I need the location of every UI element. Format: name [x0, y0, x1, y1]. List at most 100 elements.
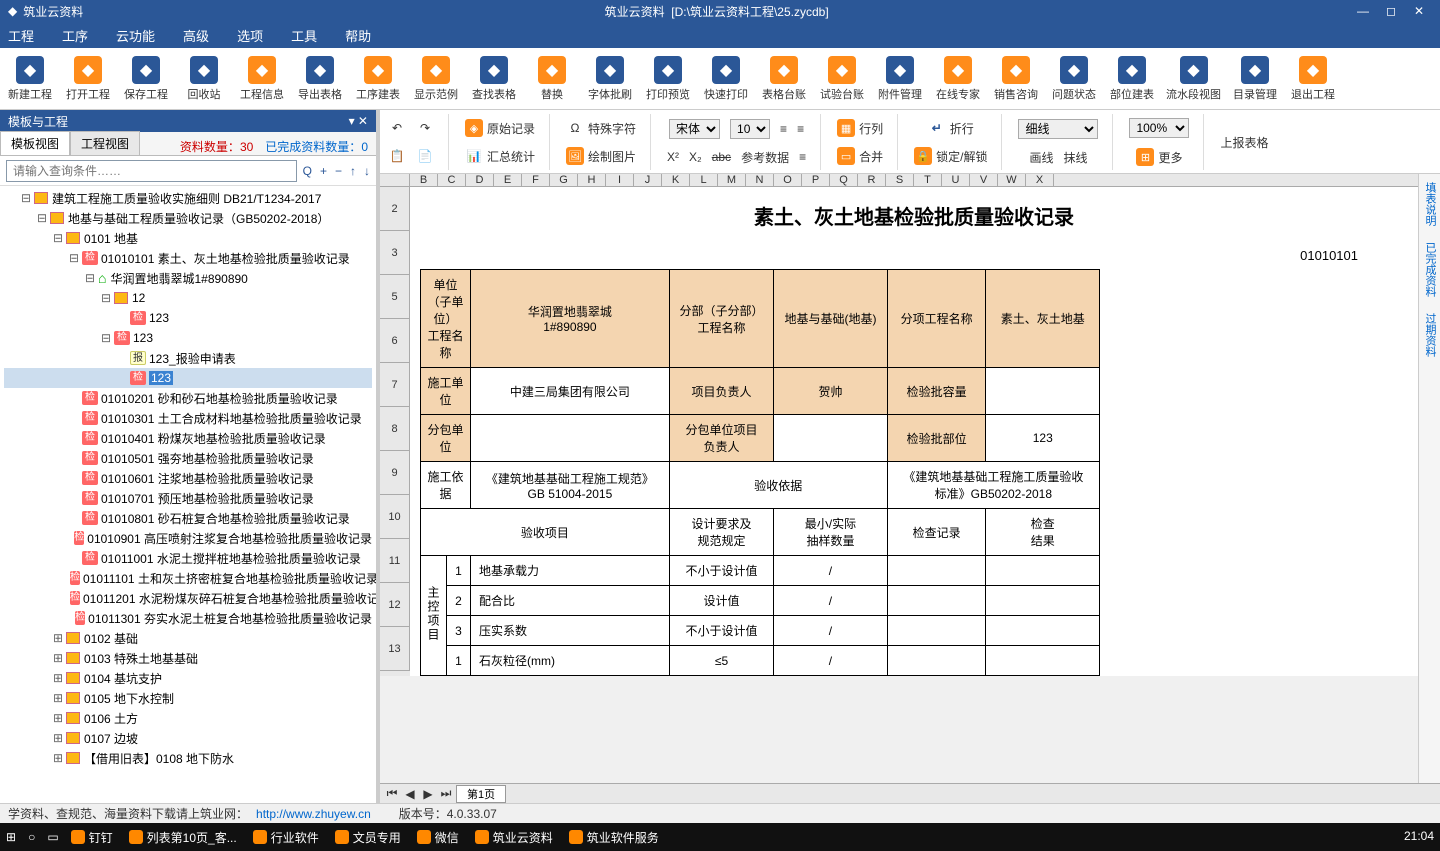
tree-item[interactable]: 检01010801 砂石桩复合地基检验批质量验收记录	[4, 508, 372, 528]
toolbar-工程信息[interactable]: ◆工程信息	[238, 56, 286, 102]
font-select[interactable]: 宋体	[669, 119, 720, 139]
menu-advanced[interactable]: 高级	[183, 26, 209, 45]
menu-project[interactable]: 工程	[8, 26, 34, 45]
tree-leaf-123b[interactable]: ⊟检123	[4, 328, 372, 348]
tree-leaf-123a[interactable]: 检123	[4, 308, 372, 328]
tree-item[interactable]: 检01010601 注浆地基检验批质量验收记录	[4, 468, 372, 488]
toolbar-附件管理[interactable]: ◆附件管理	[876, 56, 924, 102]
tree-folder[interactable]: ⊞0106 土方	[4, 708, 372, 728]
tree-leaf-12[interactable]: ⊟12	[4, 288, 372, 308]
lock-button[interactable]: 🔒锁定/解锁	[914, 147, 987, 165]
tree-item[interactable]: 检01011101 土和灰土挤密桩复合地基检验批质量验收记录	[4, 568, 372, 588]
toolbar-在线专家[interactable]: ◆在线专家	[934, 56, 982, 102]
stats-button[interactable]: 📊汇总统计	[465, 147, 535, 165]
rside-expired[interactable]: 过期资料	[1419, 305, 1440, 365]
ref-data-button[interactable]: 参考数据	[741, 149, 789, 166]
sheet-tab-1[interactable]: 第1页	[456, 785, 506, 803]
taskview-icon[interactable]: ▭	[47, 830, 58, 844]
taskbar-item[interactable]: 列表第10页_客...	[129, 829, 237, 846]
toolbar-导出表格[interactable]: ◆导出表格	[296, 56, 344, 102]
toolbar-打开工程[interactable]: ◆打开工程	[64, 56, 112, 102]
zoom-select[interactable]: 100%	[1129, 118, 1189, 138]
toolbar-问题状态[interactable]: ◆问题状态	[1050, 56, 1098, 102]
toolbar-流水段视图[interactable]: ◆流水段视图	[1166, 56, 1221, 102]
redo-button[interactable]: ↷	[416, 119, 434, 137]
tree-item[interactable]: 检01011201 水泥粉煤灰碎石桩复合地基检验批质量验收记录	[4, 588, 372, 608]
tree-item[interactable]: 检01010501 强夯地基检验批质量验收记录	[4, 448, 372, 468]
tree-folder[interactable]: ⊞0105 地下水控制	[4, 688, 372, 708]
tree-project[interactable]: ⊟⌂华润置地翡翠城1#890890	[4, 268, 372, 288]
menu-process[interactable]: 工序	[62, 26, 88, 45]
down-icon[interactable]: ↓	[364, 164, 370, 178]
tree-01010101[interactable]: ⊟检01010101 素土、灰土地基检验批质量验收记录	[4, 248, 372, 268]
toolbar-字体批刷[interactable]: ◆字体批刷	[586, 56, 634, 102]
sheet-prev[interactable]: ◀	[402, 787, 418, 801]
menu-options[interactable]: 选项	[237, 26, 263, 45]
tree-folder[interactable]: ⊞0102 基础	[4, 628, 372, 648]
align-center-icon[interactable]: ≡	[797, 122, 804, 136]
drawline-button[interactable]: 画线	[1029, 149, 1053, 166]
tree-item[interactable]: 检01010701 预压地基检验批质量验收记录	[4, 488, 372, 508]
tree-folder[interactable]: ⊞0107 边坡	[4, 728, 372, 748]
taskbar-item[interactable]: 行业软件	[253, 829, 319, 846]
menu-tools[interactable]: 工具	[291, 26, 317, 45]
tree-sub[interactable]: ⊟地基与基础工程质量验收记录（GB50202-2018）	[4, 208, 372, 228]
tree-folder[interactable]: ⊞0103 特殊土地基基础	[4, 648, 372, 668]
tab-project-view[interactable]: 工程视图	[70, 131, 140, 155]
wrap-button[interactable]: ↵折行	[928, 119, 974, 137]
left-pane-menu-icon[interactable]: ▾ ✕	[349, 114, 368, 128]
menu-cloud[interactable]: 云功能	[116, 26, 155, 45]
valign-icon[interactable]: ≡	[799, 150, 806, 164]
close-button[interactable]: ✕	[1406, 2, 1432, 20]
toolbar-退出工程[interactable]: ◆退出工程	[1289, 56, 1337, 102]
status-link[interactable]: http://www.zhuyew.cn	[256, 807, 371, 821]
search-taskbar-icon[interactable]: ○	[28, 830, 35, 844]
size-select[interactable]: 10	[730, 119, 770, 139]
special-char-button[interactable]: Ω特殊字符	[566, 119, 636, 137]
sheet-next[interactable]: ▶	[420, 787, 436, 801]
draw-pic-button[interactable]: 🖼绘制图片	[566, 147, 636, 165]
toolbar-新建工程[interactable]: ◆新建工程	[6, 56, 54, 102]
toolbar-销售咨询[interactable]: ◆销售咨询	[992, 56, 1040, 102]
taskbar-item[interactable]: 筑业软件服务	[569, 829, 659, 846]
sheet-last[interactable]: ⏭	[438, 786, 454, 801]
tree-item[interactable]: 检01010401 粉煤灰地基检验批质量验收记录	[4, 428, 372, 448]
toolbar-显示范例[interactable]: ◆显示范例	[412, 56, 460, 102]
tree-item[interactable]: 检01010201 砂和砂石地基检验批质量验收记录	[4, 388, 372, 408]
toolbar-目录管理[interactable]: ◆目录管理	[1231, 56, 1279, 102]
collapse-icon[interactable]: −	[335, 164, 342, 178]
taskbar-item[interactable]: 文员专用	[335, 829, 401, 846]
toolbar-快速打印[interactable]: ◆快速打印	[702, 56, 750, 102]
tree-root[interactable]: ⊟建筑工程施工质量验收实施细则 DB21/T1234-2017	[4, 188, 372, 208]
tree-item[interactable]: 检01011001 水泥土搅拌桩地基检验批质量验收记录	[4, 548, 372, 568]
paste-button[interactable]: 📄	[416, 147, 434, 165]
tree-leaf-123req[interactable]: 报123_报验申请表	[4, 348, 372, 368]
start-button[interactable]: ⊞	[6, 830, 16, 844]
toolbar-试验台账[interactable]: ◆试验台账	[818, 56, 866, 102]
original-record-button[interactable]: ◈原始记录	[465, 119, 535, 137]
tree-0101[interactable]: ⊟0101 地基	[4, 228, 372, 248]
linetype-select[interactable]: 细线	[1018, 119, 1098, 139]
tree-item[interactable]: 检01010901 高压喷射注浆复合地基检验批质量验收记录	[4, 528, 372, 548]
tab-template-view[interactable]: 模板视图	[0, 131, 70, 155]
taskbar-item[interactable]: 筑业云资料	[475, 829, 553, 846]
tree-item[interactable]: 检01010301 土工合成材料地基检验批质量验收记录	[4, 408, 372, 428]
minimize-button[interactable]: —	[1350, 2, 1376, 20]
rows-cols-button[interactable]: ▦行列	[837, 119, 883, 137]
tree-leaf-selected[interactable]: 检123	[4, 368, 372, 388]
tree-item[interactable]: 检01011301 夯实水泥土桩复合地基检验批质量验收记录	[4, 608, 372, 628]
toolbar-保存工程[interactable]: ◆保存工程	[122, 56, 170, 102]
up-icon[interactable]: ↑	[350, 164, 356, 178]
tree-folder[interactable]: ⊞0104 基坑支护	[4, 668, 372, 688]
search-input[interactable]	[6, 160, 297, 182]
search-icon[interactable]: Q	[303, 164, 312, 178]
copy-button[interactable]: 📋	[388, 147, 406, 165]
toolbar-部位建表[interactable]: ◆部位建表	[1108, 56, 1156, 102]
undo-button[interactable]: ↶	[388, 119, 406, 137]
taskbar-item[interactable]: 微信	[417, 829, 459, 846]
menu-help[interactable]: 帮助	[345, 26, 371, 45]
strike-icon[interactable]: abc	[712, 150, 731, 164]
superscript-icon[interactable]: X²	[667, 150, 679, 164]
toolbar-回收站[interactable]: ◆回收站	[180, 56, 228, 102]
tree-folder[interactable]: ⊞【借用旧表】0108 地下防水	[4, 748, 372, 768]
